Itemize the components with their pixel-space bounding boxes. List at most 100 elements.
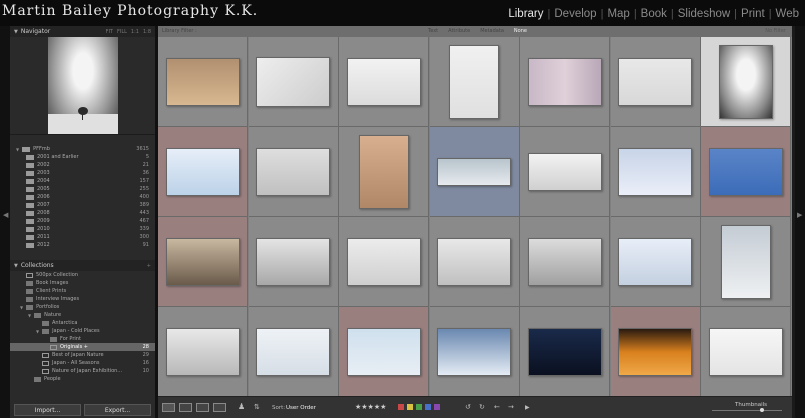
folder-item[interactable]: 2007 389: [10, 201, 155, 209]
folder-item[interactable]: 2008 443: [10, 209, 155, 217]
navigator-image[interactable]: [47, 37, 118, 134]
folder-item[interactable]: 2009 467: [10, 217, 155, 225]
folder-item[interactable]: 2001 and Earlier 5: [10, 153, 155, 161]
collection-item[interactable]: ▼ Nature: [10, 311, 155, 319]
expand-right-arrow-icon[interactable]: ▶: [797, 211, 802, 219]
sort-order-dropdown[interactable]: User Order: [286, 405, 316, 411]
collapse-triangle-icon[interactable]: ▼: [14, 263, 18, 269]
photo-thumbnail[interactable]: [527, 237, 602, 286]
rotate-right-icon[interactable]: ↻: [479, 403, 485, 411]
filter-tab-metadata[interactable]: Metadata: [480, 28, 504, 34]
photo-thumbnail[interactable]: [165, 327, 240, 376]
thumbnail-cell[interactable]: [610, 37, 701, 127]
expand-triangle-icon[interactable]: ▼: [28, 313, 31, 318]
thumbnail-cell[interactable]: [248, 37, 339, 127]
thumbnail-cell[interactable]: [339, 307, 429, 397]
collection-item[interactable]: For Print: [10, 335, 155, 343]
collection-item[interactable]: Originals + 28: [10, 343, 155, 351]
collections-header[interactable]: ▼ Collections +: [10, 260, 155, 271]
painter-icon[interactable]: ♟: [238, 402, 245, 411]
module-slideshow[interactable]: Slideshow: [674, 8, 734, 20]
thumbnail-cell[interactable]: [158, 37, 248, 127]
thumbnail-cell[interactable]: [339, 217, 429, 307]
thumbnail-cell[interactable]: [429, 307, 520, 397]
thumbnail-cell[interactable]: [339, 37, 429, 127]
photo-thumbnail[interactable]: [346, 57, 421, 106]
folder-item[interactable]: 2004 157: [10, 177, 155, 185]
add-collection-icon[interactable]: +: [147, 263, 151, 269]
photo-thumbnail[interactable]: [256, 56, 330, 107]
photo-thumbnail[interactable]: [437, 157, 511, 186]
navigator-header[interactable]: ▼ Navigator FIT FILL 1:1 1:8: [10, 26, 155, 37]
thumbnail-cell[interactable]: [429, 37, 520, 127]
thumbnail-cell[interactable]: [701, 127, 791, 217]
photo-thumbnail[interactable]: [256, 327, 330, 376]
folder-item[interactable]: 2005 255: [10, 185, 155, 193]
thumbnail-cell[interactable]: [158, 217, 248, 307]
thumbnail-cell[interactable]: [429, 217, 520, 307]
folder-item[interactable]: ▼ PFFmb 3615: [10, 145, 155, 153]
collapse-left-arrow-icon[interactable]: ◀: [3, 211, 8, 219]
zoom-option[interactable]: FILL: [117, 29, 127, 35]
collection-item[interactable]: People: [10, 375, 155, 383]
module-web[interactable]: Web: [772, 8, 803, 20]
folder-item[interactable]: 2011 300: [10, 233, 155, 241]
loupe-view-icon[interactable]: [179, 403, 192, 412]
thumbnail-cell[interactable]: [520, 37, 610, 127]
color-label-swatch[interactable]: [407, 404, 413, 410]
thumbnail-cell[interactable]: [610, 217, 701, 307]
left-panel-edge[interactable]: ◀: [0, 26, 10, 418]
photo-thumbnail[interactable]: [449, 44, 499, 119]
previous-photo-icon[interactable]: ←: [494, 403, 500, 411]
photo-thumbnail[interactable]: [708, 327, 783, 376]
photo-thumbnail[interactable]: [256, 147, 330, 196]
folder-item[interactable]: 2010 339: [10, 225, 155, 233]
folder-item[interactable]: 2002 21: [10, 161, 155, 169]
photo-thumbnail[interactable]: [708, 147, 783, 196]
photo-thumbnail[interactable]: [527, 327, 602, 376]
grid-view-icon[interactable]: [162, 403, 175, 412]
survey-view-icon[interactable]: [213, 403, 226, 412]
color-label-swatch[interactable]: [416, 404, 422, 410]
thumbnail-cell[interactable]: [248, 217, 339, 307]
thumbnail-size-slider[interactable]: [712, 408, 782, 412]
collection-item[interactable]: Best of Japan Nature 29: [10, 351, 155, 359]
star-rating-filter[interactable]: ★★★★★: [355, 403, 386, 411]
thumbnail-cell[interactable]: [158, 127, 248, 217]
filter-tab-text[interactable]: Text: [428, 28, 438, 34]
zoom-option[interactable]: 1:1: [131, 29, 139, 35]
thumbnail-cell[interactable]: [610, 307, 701, 397]
photo-thumbnail[interactable]: [718, 44, 773, 119]
next-photo-icon[interactable]: →: [508, 403, 514, 411]
filter-preset-dropdown[interactable]: No Filter: [765, 28, 786, 34]
filter-tab-none[interactable]: None: [514, 28, 527, 34]
import-button[interactable]: Import...: [14, 404, 81, 416]
photo-thumbnail[interactable]: [346, 327, 421, 376]
photo-thumbnail[interactable]: [618, 327, 692, 376]
photo-thumbnail[interactable]: [527, 57, 602, 106]
photo-thumbnail[interactable]: [618, 237, 692, 286]
collection-item[interactable]: Client Prints: [10, 287, 155, 295]
photo-thumbnail[interactable]: [346, 237, 421, 286]
thumbnail-cell[interactable]: [520, 307, 610, 397]
right-panel-edge[interactable]: ▶: [795, 26, 805, 418]
slider-knob[interactable]: [759, 408, 764, 412]
module-map[interactable]: Map: [603, 8, 633, 20]
color-label-swatch[interactable]: [434, 404, 440, 410]
photo-thumbnail[interactable]: [358, 134, 409, 209]
collection-item[interactable]: Book Images: [10, 279, 155, 287]
color-label-swatch[interactable]: [425, 404, 431, 410]
photo-thumbnail[interactable]: [618, 57, 692, 106]
module-book[interactable]: Book: [637, 8, 671, 20]
folder-item[interactable]: 2012 91: [10, 241, 155, 249]
folder-item[interactable]: 2006 400: [10, 193, 155, 201]
play-slideshow-icon[interactable]: ▶: [525, 404, 530, 411]
collection-item[interactable]: ▼ Japan - Cold Places: [10, 327, 155, 335]
collection-item[interactable]: Nature of Japan Exhibition... 10: [10, 367, 155, 375]
thumbnail-cell[interactable]: [610, 127, 701, 217]
thumbnail-cell[interactable]: [248, 307, 339, 397]
expand-triangle-icon[interactable]: ▼: [36, 329, 39, 334]
collection-item[interactable]: ▼ Portfolios: [10, 303, 155, 311]
zoom-option[interactable]: FIT: [106, 29, 113, 35]
thumbnail-cell[interactable]: [429, 127, 520, 217]
